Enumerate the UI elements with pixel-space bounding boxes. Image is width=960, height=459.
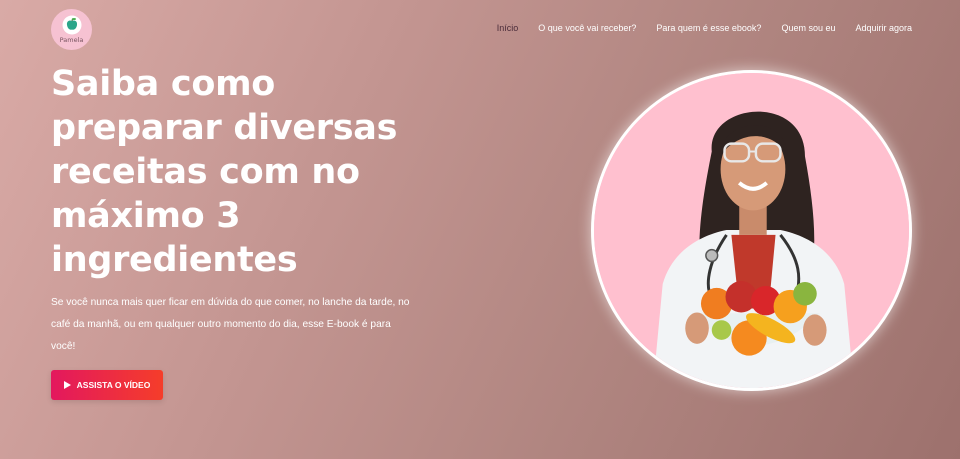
nav-item-inicio[interactable]: Início xyxy=(497,23,519,33)
brand-logo[interactable]: Pamela xyxy=(51,9,92,50)
nutritionist-portrait xyxy=(591,70,912,391)
hero-subtitle: Se você nunca mais quer ficar em dúvida … xyxy=(51,297,410,352)
watch-video-button[interactable]: ASSISTA O VÍDEO xyxy=(51,370,163,400)
brand-name: Pamela xyxy=(59,36,84,44)
nav-item-quem-sou-eu[interactable]: Quem sou eu xyxy=(781,23,835,33)
nav-item-para-quem[interactable]: Para quem é esse ebook? xyxy=(656,23,761,33)
nav-item-o-que-voce-vai-receber[interactable]: O que você vai receber? xyxy=(538,23,636,33)
hero-title: Saiba como preparar diversas receitas co… xyxy=(51,64,398,280)
play-icon xyxy=(63,381,71,389)
apple-icon xyxy=(62,15,81,35)
portrait-illustration xyxy=(594,73,909,388)
watch-video-label: ASSISTA O VÍDEO xyxy=(76,380,151,390)
main-navigation: Início O que você vai receber? Para quem… xyxy=(497,23,912,33)
nav-item-adquirir-agora[interactable]: Adquirir agora xyxy=(855,23,912,33)
